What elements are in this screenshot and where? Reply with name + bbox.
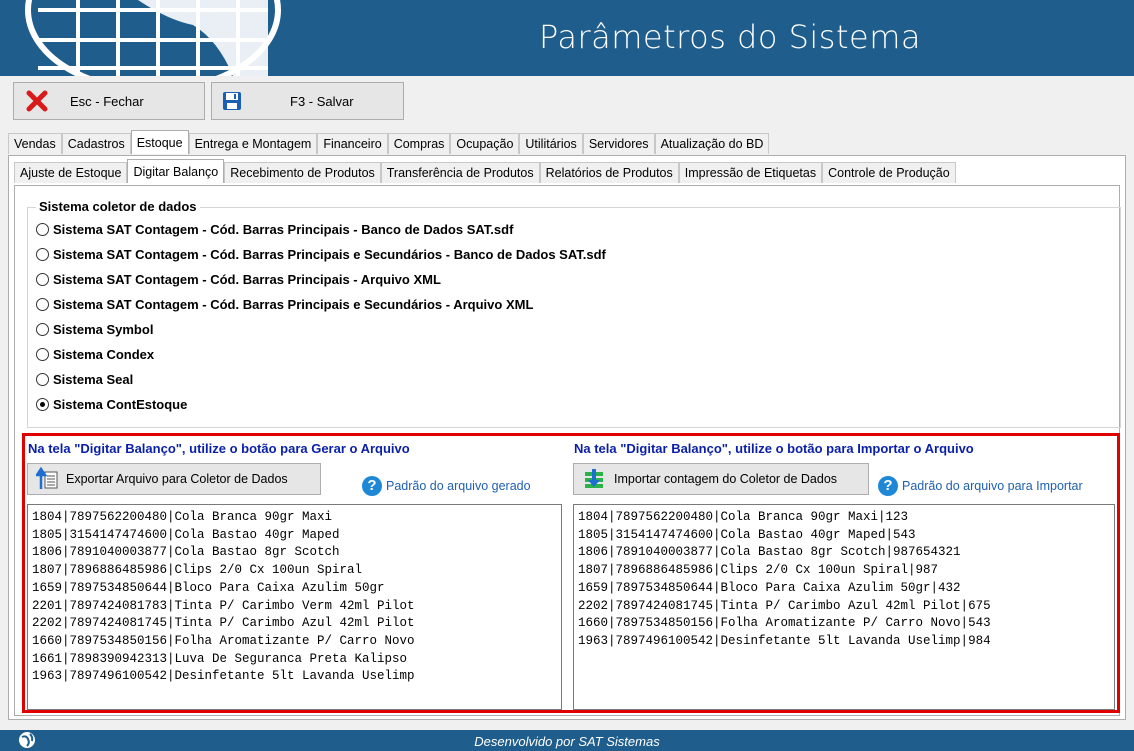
import-button[interactable]: Importar contagem do Coletor de Dados xyxy=(573,463,869,495)
collector-option-label: Sistema SAT Contagem - Cód. Barras Princ… xyxy=(53,247,606,262)
collector-option-label: Sistema ContEstoque xyxy=(53,397,188,412)
collector-option-label: Sistema SAT Contagem - Cód. Barras Princ… xyxy=(53,297,534,312)
export-file-icon xyxy=(36,467,58,489)
import-textarea[interactable]: 1804|7897562200480|Cola Branca 90gr Maxi… xyxy=(573,504,1115,710)
save-icon xyxy=(223,92,241,110)
tab-atualiza-o-do-bd[interactable]: Atualização do BD xyxy=(654,133,770,154)
collector-group-title: Sistema coletor de dados xyxy=(36,199,200,214)
tab-compras[interactable]: Compras xyxy=(387,133,451,154)
subtab-digitar-balan-o[interactable]: Digitar Balanço xyxy=(127,159,225,183)
title-bar: Parâmetros do Sistema xyxy=(0,0,1134,76)
collector-option[interactable]: Sistema ContEstoque xyxy=(36,397,187,412)
save-button-label: F3 - Salvar xyxy=(290,93,354,109)
text-line: 2202|7897424081745|Tinta P/ Carimbo Azul… xyxy=(32,616,415,631)
tab-servidores[interactable]: Servidores xyxy=(582,133,655,154)
import-help-link[interactable]: ? Padrão do arquivo para Importar xyxy=(878,476,1083,496)
text-line: 1963|7897496100542|Desinfetante 5lt Lava… xyxy=(578,633,991,648)
radio-button[interactable] xyxy=(36,273,49,286)
subtab-transfer-ncia-de-produtos[interactable]: Transferência de Produtos xyxy=(380,162,540,183)
text-line: 1963|7897496100542|Desinfetante 5lt Lava… xyxy=(32,669,415,684)
main-tabs: Vendas Cadastros Estoque Entrega e Montagem… xyxy=(8,130,770,155)
export-textarea[interactable]: 1804|7897562200480|Cola Branca 90gr Maxi… xyxy=(27,504,562,710)
radio-button[interactable] xyxy=(36,323,49,336)
text-line: 1660|7897534850156|Folha Aromatizante P/… xyxy=(32,633,415,648)
help-icon: ? xyxy=(362,476,382,496)
tab-cadastros[interactable]: Cadastros xyxy=(61,133,131,154)
collector-option-label: Sistema SAT Contagem - Cód. Barras Princ… xyxy=(53,222,514,237)
collector-option-label: Sistema SAT Contagem - Cód. Barras Princ… xyxy=(53,272,441,287)
subtab-controle-de-produ-o[interactable]: Controle de Produção xyxy=(822,162,956,183)
text-line: 1804|7897562200480|Cola Branca 90gr Maxi xyxy=(32,510,333,524)
sub-tabs: Ajuste de Estoque Digitar Balanço Recebime… xyxy=(14,159,956,186)
text-line: 1807|7896886485986|Clips 2/0 Cx 100un Sp… xyxy=(32,563,363,578)
collector-option[interactable]: Sistema Seal xyxy=(36,372,133,387)
radio-button[interactable] xyxy=(36,348,49,361)
footer-text: Desenvolvido por SAT Sistemas xyxy=(474,734,660,749)
text-line: 2201|7897424081783|Tinta P/ Carimbo Verm… xyxy=(32,598,415,613)
radio-button[interactable] xyxy=(36,398,49,411)
text-line: 1659|7897534850644|Bloco Para Caixa Azul… xyxy=(32,580,385,595)
import-arrow-icon xyxy=(585,469,603,488)
globe-logo-icon xyxy=(25,0,281,76)
text-line: 1804|7897562200480|Cola Branca 90gr Maxi… xyxy=(578,510,909,524)
export-heading: Na tela "Digitar Balanço", utilize o bot… xyxy=(28,441,410,456)
text-line: 1807|7896886485986|Clips 2/0 Cx 100un Sp… xyxy=(578,563,939,578)
text-line: 1660|7897534850156|Folha Aromatizante P/… xyxy=(578,616,991,631)
collector-option[interactable]: Sistema SAT Contagem - Cód. Barras Princ… xyxy=(36,272,441,287)
text-line: 1805|3154147474600|Cola Bastao 40gr Mape… xyxy=(578,527,916,542)
tab-entrega-e-montagem[interactable]: Entrega e Montagem xyxy=(188,133,318,154)
toolbar: Esc - Fechar F3 - Salvar xyxy=(0,76,1134,128)
export-help-label: Padrão do arquivo gerado xyxy=(386,479,531,493)
tab-utilit-rios[interactable]: Utilitários xyxy=(519,133,583,154)
tab-financeiro[interactable]: Financeiro xyxy=(317,133,388,154)
subtab-relat-rios-de-produtos[interactable]: Relatórios de Produtos xyxy=(539,162,679,183)
collector-option[interactable]: Sistema Symbol xyxy=(36,322,153,337)
close-icon xyxy=(26,90,48,112)
tab-ocupa-o[interactable]: Ocupação xyxy=(450,133,520,154)
close-button-label: Esc - Fechar xyxy=(70,93,144,109)
text-line: 2202|7897424081745|Tinta P/ Carimbo Azul… xyxy=(578,598,991,613)
import-heading: Na tela "Digitar Balanço", utilize o bot… xyxy=(574,441,974,456)
window-title: Parâmetros do Sistema xyxy=(539,18,921,56)
save-button[interactable]: F3 - Salvar xyxy=(211,82,404,120)
import-button-label: Importar contagem do Coletor de Dados xyxy=(614,472,838,486)
text-line: 1805|3154147474600|Cola Bastao 40gr Mape… xyxy=(32,527,340,542)
collector-option[interactable]: Sistema SAT Contagem - Cód. Barras Princ… xyxy=(36,247,606,262)
collector-option-label: Sistema Symbol xyxy=(53,322,154,337)
text-line: 1806|7891040003877|Cola Bastao 8gr Scotc… xyxy=(32,545,340,560)
export-button-label: Exportar Arquivo para Coletor de Dados xyxy=(66,472,288,486)
radio-button[interactable] xyxy=(36,373,49,386)
tab-estoque[interactable]: Estoque xyxy=(130,130,189,154)
export-button[interactable]: Exportar Arquivo para Coletor de Dados xyxy=(27,463,321,495)
collector-option[interactable]: Sistema SAT Contagem - Cód. Barras Princ… xyxy=(36,222,513,237)
tab-vendas[interactable]: Vendas xyxy=(8,133,62,154)
collector-option-label: Sistema Seal xyxy=(53,372,134,387)
radio-button[interactable] xyxy=(36,223,49,236)
help-icon: ? xyxy=(878,476,898,496)
export-help-link[interactable]: ? Padrão do arquivo gerado xyxy=(362,476,531,496)
collector-option[interactable]: Sistema SAT Contagem - Cód. Barras Princ… xyxy=(36,297,533,312)
text-line: 1659|7897534850644|Bloco Para Caixa Azul… xyxy=(578,580,961,595)
text-line: 1806|7891040003877|Cola Bastao 8gr Scotc… xyxy=(578,545,961,560)
import-help-label: Padrão do arquivo para Importar xyxy=(902,479,1083,493)
collector-option[interactable]: Sistema Condex xyxy=(36,347,154,362)
collector-group xyxy=(27,207,1121,428)
close-button[interactable]: Esc - Fechar xyxy=(13,82,205,120)
subtab-recebimento-de-produtos[interactable]: Recebimento de Produtos xyxy=(224,162,381,183)
radio-button[interactable] xyxy=(36,248,49,261)
radio-button[interactable] xyxy=(36,298,49,311)
subtab-ajuste-de-estoque[interactable]: Ajuste de Estoque xyxy=(14,162,128,183)
text-line: 1661|7898390942313|Luva De Seguranca Pre… xyxy=(32,651,408,666)
subtab-impress-o-de-etiquetas[interactable]: Impressão de Etiquetas xyxy=(678,162,823,183)
collector-option-label: Sistema Condex xyxy=(53,347,155,362)
status-bar: Desenvolvido por SAT Sistemas xyxy=(0,730,1134,751)
